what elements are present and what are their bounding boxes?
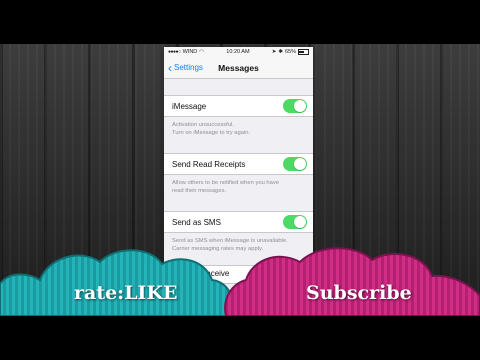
setting-label: iMessage bbox=[172, 101, 207, 111]
read-receipts-toggle[interactable] bbox=[283, 157, 307, 171]
setting-label: Send Read Receipts bbox=[172, 159, 246, 169]
battery-icon bbox=[297, 49, 309, 55]
subscribe-text[interactable]: Subscribe bbox=[306, 282, 412, 304]
settings-row: Send Read Receipts bbox=[164, 153, 313, 175]
rate-like-text: rate:LIKE bbox=[74, 282, 178, 304]
status-bar: ●●●●○ WIND ◠ 10:20 AM ➤ ✱ 65% bbox=[164, 47, 313, 57]
back-button[interactable]: ‹ Settings bbox=[168, 57, 203, 78]
wifi-icon: ◠ bbox=[199, 49, 205, 55]
back-button-label: Settings bbox=[174, 63, 203, 72]
navigation-bar: ‹ Settings Messages bbox=[164, 57, 313, 79]
setting-footer: Allow others to be notified when you hav… bbox=[172, 180, 279, 194]
page-title: Messages bbox=[218, 62, 259, 73]
setting-imessage: iMessage Activation unsuccessful. Turn o… bbox=[164, 95, 313, 137]
location-icon: ➤ bbox=[271, 49, 277, 55]
bluetooth-icon: ✱ bbox=[278, 49, 283, 55]
chevron-left-icon: ‹ bbox=[168, 60, 172, 75]
send-as-sms-toggle[interactable] bbox=[283, 215, 307, 229]
status-time: 10:20 AM bbox=[226, 49, 250, 55]
setting-read-receipts: Send Read Receipts Allow others to be no… bbox=[164, 153, 313, 195]
setting-label: Send as SMS bbox=[172, 217, 221, 227]
carrier-label: WIND bbox=[182, 49, 198, 55]
setting-footer: Activation unsuccessful. Turn on iMessag… bbox=[172, 122, 251, 136]
settings-row: Send as SMS bbox=[164, 211, 313, 233]
settings-row: iMessage bbox=[164, 95, 313, 117]
signal-icon: ●●●●○ bbox=[168, 49, 181, 55]
overlay-clouds bbox=[0, 247, 480, 316]
imessage-toggle[interactable] bbox=[283, 99, 307, 113]
battery-percent: 65% bbox=[284, 49, 296, 55]
